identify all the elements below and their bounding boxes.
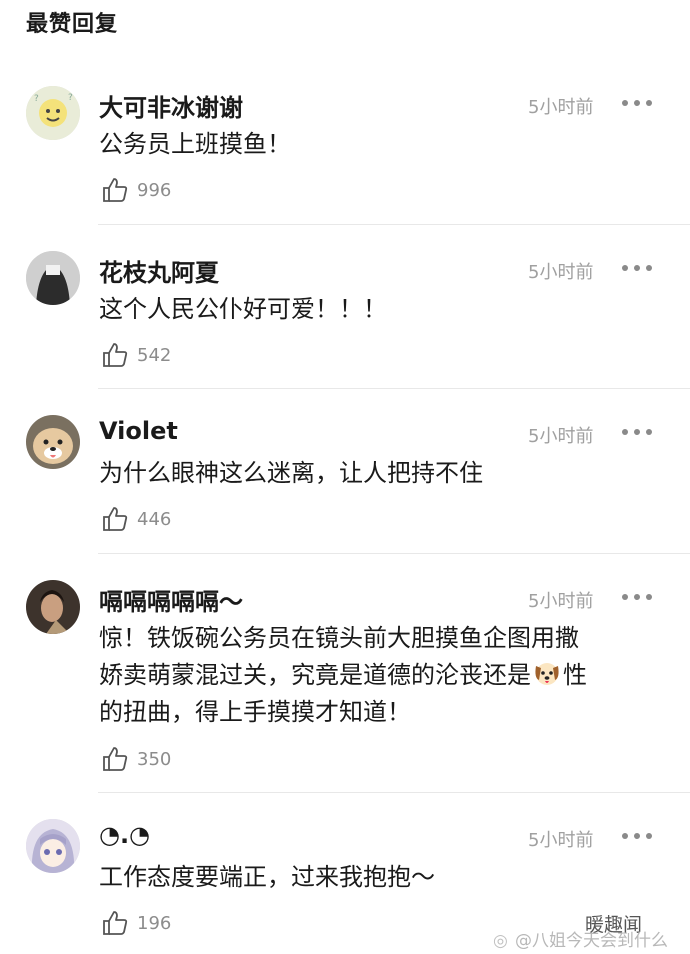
dog-emoji-icon	[535, 663, 559, 685]
like-count: 196	[137, 913, 172, 934]
divider	[98, 388, 690, 389]
comment-text-line: 惊！铁饭碗公务员在镜头前大胆摸鱼企图用撒	[99, 624, 579, 652]
comment-text-fragment: 性	[563, 661, 587, 689]
comment-text: 工作态度要端正，过来我抱抱～	[99, 863, 435, 891]
comment-text-fragment: 娇卖萌蒙混过关，究竟是道德的沦丧还是	[99, 661, 531, 689]
commenter-name[interactable]: 大可非冰谢谢	[99, 88, 243, 123]
like-icon[interactable]	[101, 909, 129, 937]
comment-text-line: 娇卖萌蒙混过关，究竟是道德的沦丧还是 性	[99, 657, 659, 694]
more-options-icon[interactable]	[622, 428, 654, 436]
commenter-name[interactable]: ◔.◔	[99, 821, 150, 849]
like-count: 446	[137, 509, 172, 530]
divider	[98, 792, 690, 793]
divider	[98, 224, 690, 225]
avatar[interactable]	[26, 251, 80, 305]
more-options-icon[interactable]	[622, 593, 654, 601]
like-icon[interactable]	[101, 505, 129, 533]
like-count: 996	[137, 180, 172, 201]
avatar[interactable]	[26, 415, 80, 469]
svg-text:?: ?	[68, 93, 73, 103]
like-icon[interactable]	[101, 745, 129, 773]
more-options-icon[interactable]	[622, 832, 654, 840]
comment-time: 5小时前	[528, 830, 594, 851]
like-count: 542	[137, 345, 172, 366]
commenter-name[interactable]: 花枝丸阿夏	[99, 253, 219, 288]
section-title: 最赞回复	[26, 12, 119, 37]
more-options-icon[interactable]	[622, 99, 654, 107]
comment-time: 5小时前	[528, 591, 594, 612]
commenter-name[interactable]: 嗝嗝嗝嗝嗝～	[99, 582, 243, 617]
comment-text: 这个人民公仆好可爱！！！	[99, 295, 387, 323]
weibo-icon: ◎	[493, 931, 508, 951]
comment-text: 为什么眼神这么迷离，让人把持不住	[99, 459, 483, 487]
avatar[interactable]	[26, 819, 80, 873]
like-count: 350	[137, 749, 172, 770]
watermark-text: ◎ @八姐今天会到什么	[493, 926, 668, 951]
like-icon[interactable]	[101, 341, 129, 369]
divider	[98, 553, 690, 554]
comment-time: 5小时前	[528, 97, 594, 118]
avatar[interactable]: ??	[26, 86, 80, 140]
more-options-icon[interactable]	[622, 264, 654, 272]
watermark-handle: @八姐今天会到什么	[515, 931, 668, 951]
commenter-name[interactable]: Violet	[99, 417, 178, 445]
comment-time: 5小时前	[528, 426, 594, 447]
comment-text: 公务员上班摸鱼！	[99, 130, 291, 158]
comment-time: 5小时前	[528, 262, 594, 283]
comment-text-line: 的扭曲，得上手摸摸才知道！	[99, 698, 411, 726]
avatar[interactable]	[26, 580, 80, 634]
like-icon[interactable]	[101, 176, 129, 204]
comment-text: 惊！铁饭碗公务员在镜头前大胆摸鱼企图用撒 娇卖萌蒙混过关，究竟是道德的沦丧还是 …	[99, 620, 659, 731]
svg-text:?: ?	[34, 94, 39, 104]
